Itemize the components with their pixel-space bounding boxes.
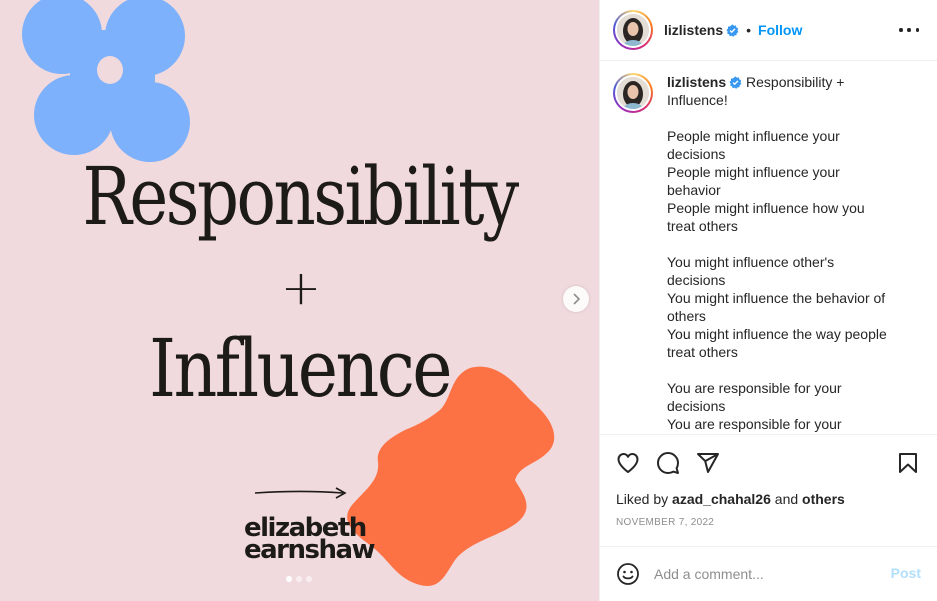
bookmark-icon[interactable] (896, 451, 920, 475)
caption-line: You might influence the way people (667, 326, 887, 342)
post-comment-button[interactable]: Post (891, 565, 921, 581)
caption-line: decisions (667, 146, 726, 162)
carousel-dot-3 (306, 576, 312, 582)
blue-flower-shape (22, 0, 190, 162)
liked-user-link[interactable]: azad_chahal26 (672, 491, 771, 507)
caption-line: lizlistens Responsibility + (667, 73, 907, 91)
caption-line: others (667, 308, 706, 324)
caption-line: People might influence your (667, 164, 840, 180)
caption-scroll-area[interactable]: lizlistens Responsibility + Influence! P… (600, 62, 937, 434)
post-date[interactable]: NOVEMBER 7, 2022 (616, 517, 714, 528)
heart-icon[interactable] (616, 451, 640, 475)
liked-others-link[interactable]: others (802, 491, 845, 507)
caption-username[interactable]: lizlistens (667, 74, 726, 90)
caption-line-text: Responsibility + (746, 74, 845, 90)
verified-badge-icon (729, 76, 742, 89)
post-header: lizlistens • Follow (600, 0, 937, 61)
comment-input[interactable] (654, 566, 864, 582)
carousel-next-button[interactable] (563, 286, 589, 312)
headline-influence: Influence (149, 322, 452, 415)
post-media[interactable]: Responsibility + Influence elizabeth ear… (0, 0, 599, 601)
caption-profile-photo (617, 77, 649, 109)
caption-line: People might influence how you (667, 200, 865, 216)
caption-line (667, 109, 907, 127)
arrow-line (254, 487, 347, 499)
verified-badge-icon (726, 23, 739, 37)
carousel-dots (286, 576, 312, 582)
header-separator-dot: • (746, 22, 752, 38)
caption-line (667, 361, 907, 379)
caption-line: You are responsible for your (667, 380, 842, 396)
caption-line: treat others (667, 344, 738, 360)
carousel-dot-1 (286, 576, 292, 582)
author-line-2: earnshaw (244, 535, 376, 565)
emoji-icon[interactable] (616, 562, 640, 586)
caption-line (667, 235, 907, 253)
caption-line: You are responsible for your (667, 416, 842, 432)
caption-line: behavior (667, 182, 721, 198)
post-actions: Liked by azad_chahal26 and others NOVEMB… (600, 434, 937, 546)
author-logo: elizabeth earnshaw (244, 515, 376, 565)
caption-line: People might influence your (667, 128, 840, 144)
caption-avatar[interactable] (613, 73, 653, 113)
headline-plus: + (280, 260, 321, 316)
post-side-panel: lizlistens • Follow lizlistens Responsib… (599, 0, 937, 601)
chevron-right-icon (573, 293, 581, 305)
follow-button[interactable]: Follow (758, 22, 802, 38)
comment-icon[interactable] (656, 451, 680, 475)
caption-text: lizlistens Responsibility + Influence! P… (667, 73, 907, 433)
caption-line: Influence! (667, 92, 728, 108)
header-username[interactable]: lizlistens (664, 22, 723, 38)
liked-and: and (774, 491, 799, 507)
share-icon[interactable] (696, 451, 720, 475)
liked-prefix: Liked by (616, 491, 669, 507)
comment-bar: Post (600, 546, 937, 601)
action-icons (616, 451, 922, 475)
caption-line: You might influence other's (667, 254, 835, 270)
profile-photo (617, 14, 649, 46)
caption-line: treat others (667, 218, 738, 234)
caption-line: You might influence the behavior of (667, 290, 886, 306)
caption-row: lizlistens Responsibility + Influence! P… (613, 73, 922, 433)
caption-line: decisions (667, 398, 726, 414)
caption-line: decisions (667, 272, 726, 288)
carousel-dot-2 (296, 576, 302, 582)
headline-responsibility: Responsibility (82, 150, 519, 243)
liked-by-text: Liked by azad_chahal26 and others (616, 491, 845, 507)
more-options-icon[interactable] (899, 22, 919, 38)
avatar[interactable] (613, 10, 653, 50)
